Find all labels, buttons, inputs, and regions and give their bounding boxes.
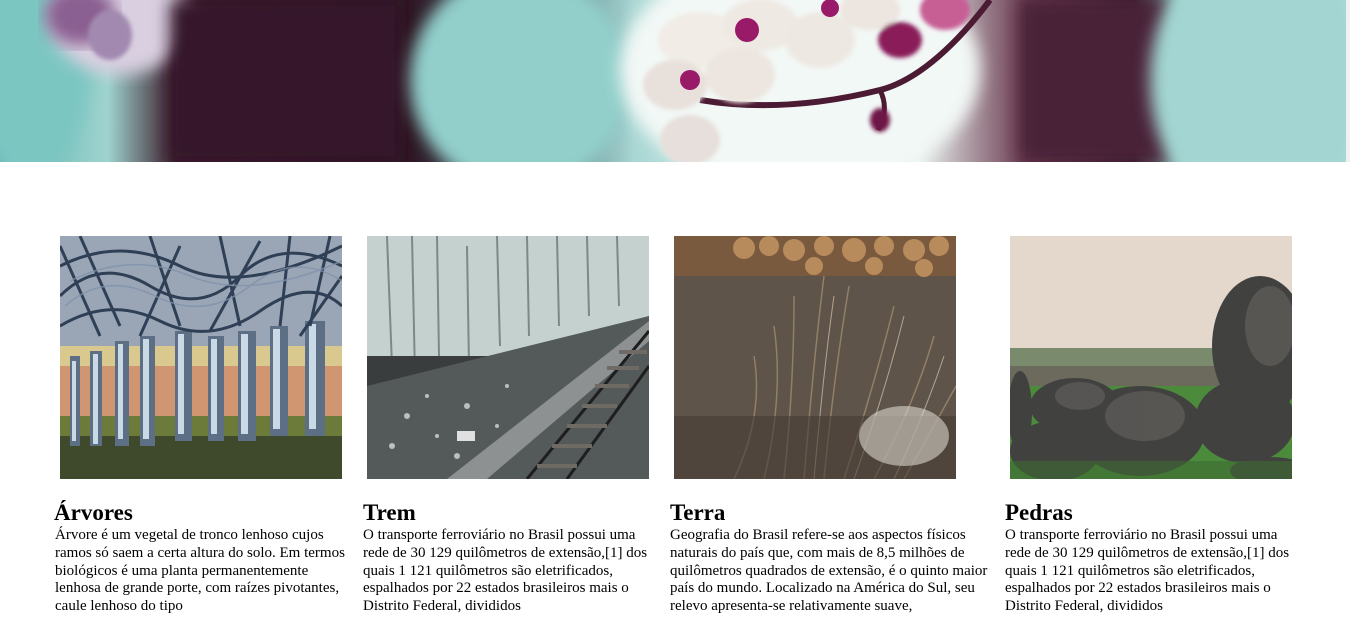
railway-image [367, 236, 649, 479]
card-title: Árvores [54, 500, 133, 525]
dry-grass-logs-image [674, 236, 956, 479]
rocks-image [1010, 236, 1292, 479]
card-text: O transporte ferroviário no Brasil possu… [363, 527, 648, 615]
hero-edge [1346, 0, 1350, 162]
trees-image [60, 236, 342, 479]
card-title: Pedras [1005, 500, 1073, 525]
card-title: Trem [363, 500, 416, 525]
card-text: O transporte ferroviário no Brasil possu… [1005, 527, 1290, 615]
card-text: Árvore é um vegetal de tronco lenhoso cu… [55, 527, 345, 615]
cherry-blossom-image [0, 0, 1350, 162]
card-text: Geografia do Brasil refere-se aos aspect… [670, 527, 988, 615]
card-title: Terra [670, 500, 726, 525]
hero-banner [0, 0, 1350, 162]
